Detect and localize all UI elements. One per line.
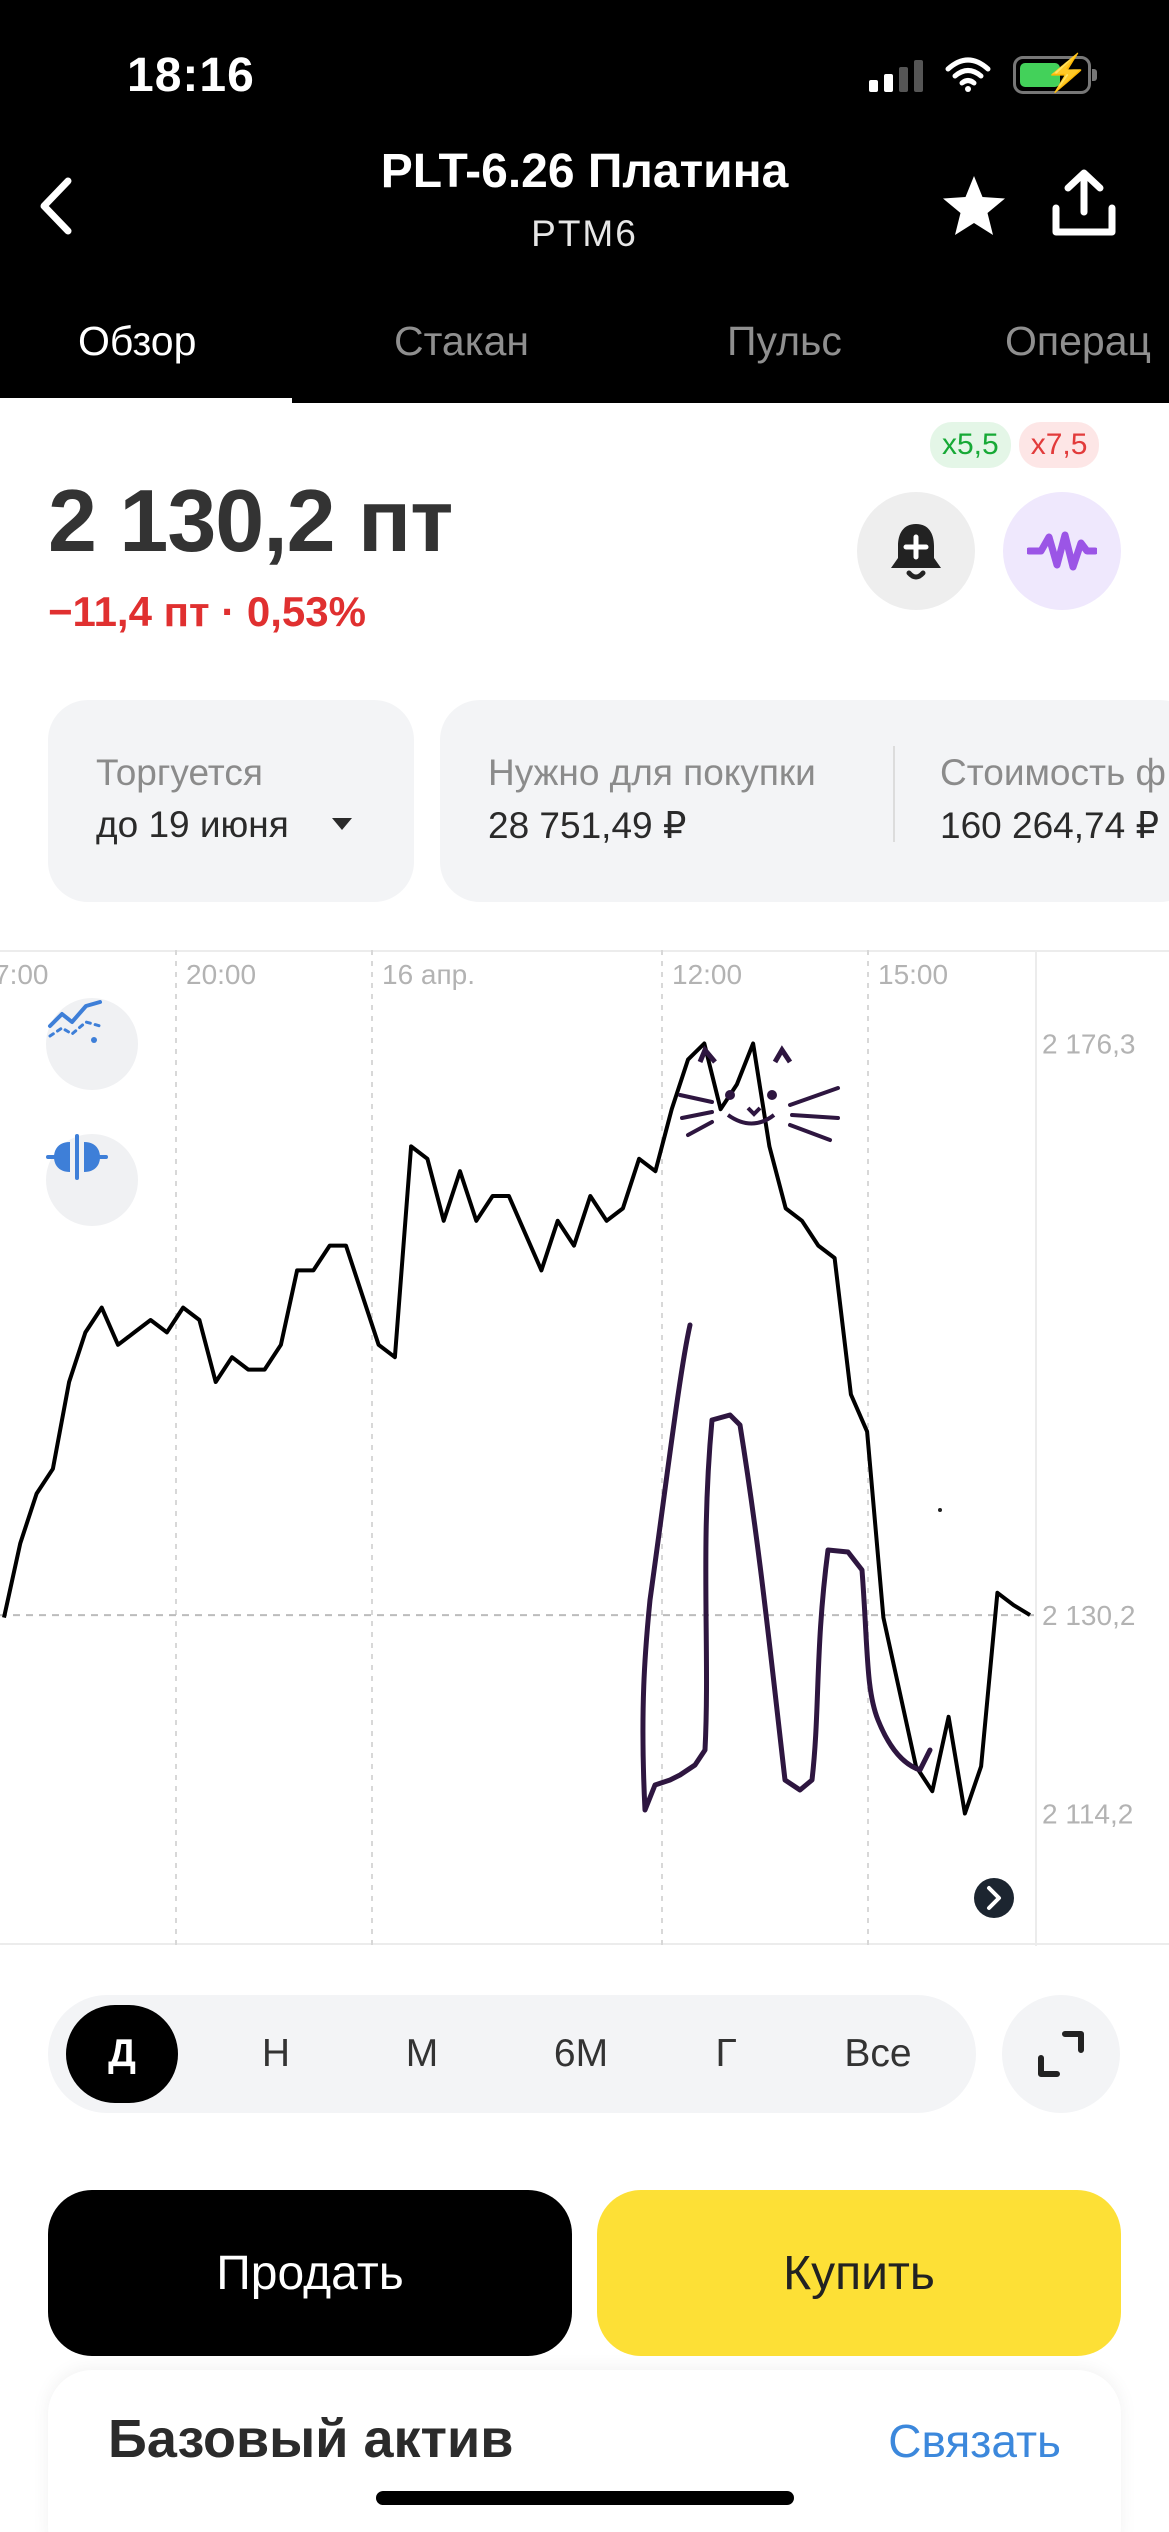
short-leverage-badge: х7,5 (1018, 422, 1100, 468)
period-week[interactable]: Н (238, 1995, 314, 2113)
contract-cost-value: 160 264,74 ₽ (940, 805, 1160, 846)
battery-icon: ⚡ (1013, 55, 1097, 94)
period-selector: Д Н М 6М Г Все (48, 1995, 976, 2113)
home-indicator (376, 2491, 794, 2505)
tab-bar: Обзор Стакан Пульс Операц (0, 300, 1169, 403)
compare-icon (46, 1134, 108, 1180)
tab-operations[interactable]: Операц (1005, 318, 1151, 365)
price-chart[interactable]: 7:00 20:00 16 апр. 12:00 15:00 2 176,3 2 130,2… (0, 950, 1169, 1946)
current-price: 2 130,2 пт (48, 471, 453, 570)
y-tick-label: 2 130,2 (1042, 1600, 1135, 1631)
card-divider (893, 746, 895, 842)
x-tick-label: 16 апр. (382, 959, 475, 990)
share-button[interactable] (1048, 168, 1120, 240)
base-asset-card: Базовый актив Связать (48, 2370, 1121, 2532)
favorite-button[interactable] (938, 170, 1010, 242)
status-icons: ⚡ (869, 55, 1097, 94)
base-asset-title: Базовый актив (108, 2409, 514, 2469)
long-leverage-badge: х5,5 (930, 422, 1011, 468)
active-tab-indicator (0, 398, 292, 403)
required-label: Нужно для покупки (488, 752, 816, 793)
scroll-to-latest-button (974, 1878, 1014, 1918)
cat-doodle-whiskers (678, 1086, 840, 1142)
sound-wave-icon (1027, 531, 1097, 571)
cellular-signal-icon (869, 58, 923, 92)
required-value: 28 751,49 ₽ (488, 805, 687, 846)
expiry-label: Торгуется (96, 752, 263, 793)
y-tick-label: 2 114,2 (1042, 1799, 1133, 1830)
sell-button[interactable]: Продать (48, 2190, 572, 2356)
share-icon (1052, 169, 1116, 236)
cat-doodle-body (640, 1322, 933, 1813)
leverage-badges: х5,5 х7,5 (930, 422, 1100, 468)
compare-button[interactable] (46, 1134, 138, 1226)
contract-cost-label: Стоимость ф (940, 752, 1166, 793)
expand-icon (1038, 2031, 1084, 2077)
bell-plus-icon (891, 524, 941, 580)
price-chart-svg[interactable]: 7:00 20:00 16 апр. 12:00 15:00 2 176,3 2 130,2… (0, 950, 1169, 1946)
top-bar: 18:16 ⚡ PLT-6.26 Платина PTM6 Обзор Стак… (0, 0, 1169, 403)
price-alert-button[interactable] (857, 492, 975, 610)
expiry-value: до 19 июня (96, 804, 289, 845)
cat-doodle-eye-right (767, 1090, 777, 1100)
y-tick-label: 2 176,3 (1042, 1028, 1135, 1059)
price-change: −11,4 пт · 0,53% (48, 588, 366, 635)
period-day[interactable]: Д (66, 2005, 178, 2103)
status-time: 18:16 (127, 49, 255, 102)
stray-dot (938, 1508, 942, 1512)
cat-doodle-mouth (726, 1106, 776, 1126)
x-tick-label: 12:00 (672, 959, 742, 990)
x-tick-label: 15:00 (878, 959, 948, 990)
fullscreen-chart-button[interactable] (1002, 1995, 1120, 2113)
cat-doodle-eye-left (725, 1090, 735, 1100)
buy-button[interactable]: Купить (597, 2190, 1121, 2356)
period-6-months[interactable]: 6М (526, 1995, 636, 2113)
star-icon (943, 176, 1005, 235)
x-tick-label: 7:00 (0, 959, 49, 990)
period-month[interactable]: М (382, 1995, 462, 2113)
tab-order-book[interactable]: Стакан (394, 318, 529, 365)
caret-down-icon (332, 818, 352, 830)
margin-info-card: Нужно для покупки 28 751,49 ₽ Стоимость … (440, 700, 1169, 902)
period-all[interactable]: Все (818, 1995, 938, 2113)
tab-overview[interactable]: Обзор (78, 318, 196, 365)
link-asset-button[interactable]: Связать (888, 2414, 1061, 2468)
indicators-button[interactable] (46, 998, 138, 1090)
wifi-icon (945, 57, 991, 92)
period-year[interactable]: Г (694, 1995, 758, 2113)
expiry-selector[interactable]: Торгуется до 19 июня (48, 700, 414, 902)
x-tick-label: 20:00 (186, 959, 256, 990)
ai-assistant-button[interactable] (1003, 492, 1121, 610)
tab-pulse[interactable]: Пульс (727, 318, 842, 365)
indicators-icon (48, 1000, 102, 1043)
price-series-line (2, 1041, 1032, 1816)
